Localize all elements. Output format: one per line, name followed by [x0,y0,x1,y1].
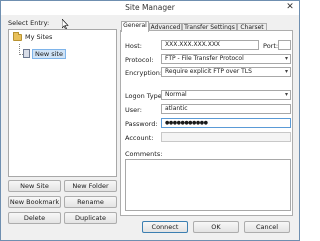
account-label: Account: [125,134,154,142]
chevron-down-icon: ▾ [284,68,288,75]
select-entry-label: Select Entry: [8,19,50,27]
title-bar: Site Manager ✕ [1,1,299,15]
logon-type-label: Logon Type: [125,92,164,100]
password-input[interactable]: ●●●●●●●●●●● [161,118,291,128]
protocol-label: Protocol: [125,56,154,64]
delete-button[interactable]: Delete [8,212,61,224]
encryption-select[interactable]: Require explicit FTP over TLS ▾ [161,67,291,77]
new-bookmark-button[interactable]: New Bookmark [8,196,61,208]
close-icon[interactable]: ✕ [283,2,297,13]
port-input[interactable] [278,40,291,50]
comments-textarea[interactable] [125,159,291,211]
encryption-value: Require explicit FTP over TLS [165,68,252,75]
host-input[interactable]: XXX.XXX.XXX.XXX [161,40,259,50]
window-title: Site Manager [125,3,175,12]
new-site-button[interactable]: New Site [8,180,61,192]
user-input[interactable]: atlantic [161,104,291,114]
chevron-down-icon: ▾ [284,55,288,62]
connect-button[interactable]: Connect [142,221,188,233]
logon-type-value: Normal [165,91,187,98]
chevron-down-icon: ▾ [284,91,288,98]
site-manager-window: Site Manager ✕ Select Entry: My Sites Ne… [0,0,300,241]
ok-button[interactable]: OK [193,221,239,233]
port-label: Port: [263,42,279,50]
general-tab-panel: Host: XXX.XXX.XXX.XXX Port: Protocol: FT… [120,30,293,216]
host-label: Host: [125,42,142,50]
folder-icon [13,32,22,41]
account-input[interactable] [161,132,291,142]
tab-general[interactable]: General [121,21,149,32]
protocol-value: FTP - File Transfer Protocol [165,55,244,62]
site-icon [23,49,30,58]
site-tree[interactable]: My Sites New site [8,29,117,177]
cancel-button[interactable]: Cancel [244,221,290,233]
tree-item-new-site[interactable]: New site [32,49,66,59]
password-label: Password: [125,120,158,128]
user-label: User: [125,106,142,114]
dialog-body: Select Entry: My Sites New site New Site… [4,16,296,238]
logon-type-select[interactable]: Normal ▾ [161,90,291,100]
protocol-select[interactable]: FTP - File Transfer Protocol ▾ [161,54,291,64]
new-folder-button[interactable]: New Folder [64,180,117,192]
comments-label: Comments: [125,150,163,158]
tree-item-my-sites[interactable]: My Sites [25,33,52,41]
encryption-label: Encryption: [125,69,163,77]
rename-button[interactable]: Rename [64,196,117,208]
duplicate-button[interactable]: Duplicate [64,212,117,224]
